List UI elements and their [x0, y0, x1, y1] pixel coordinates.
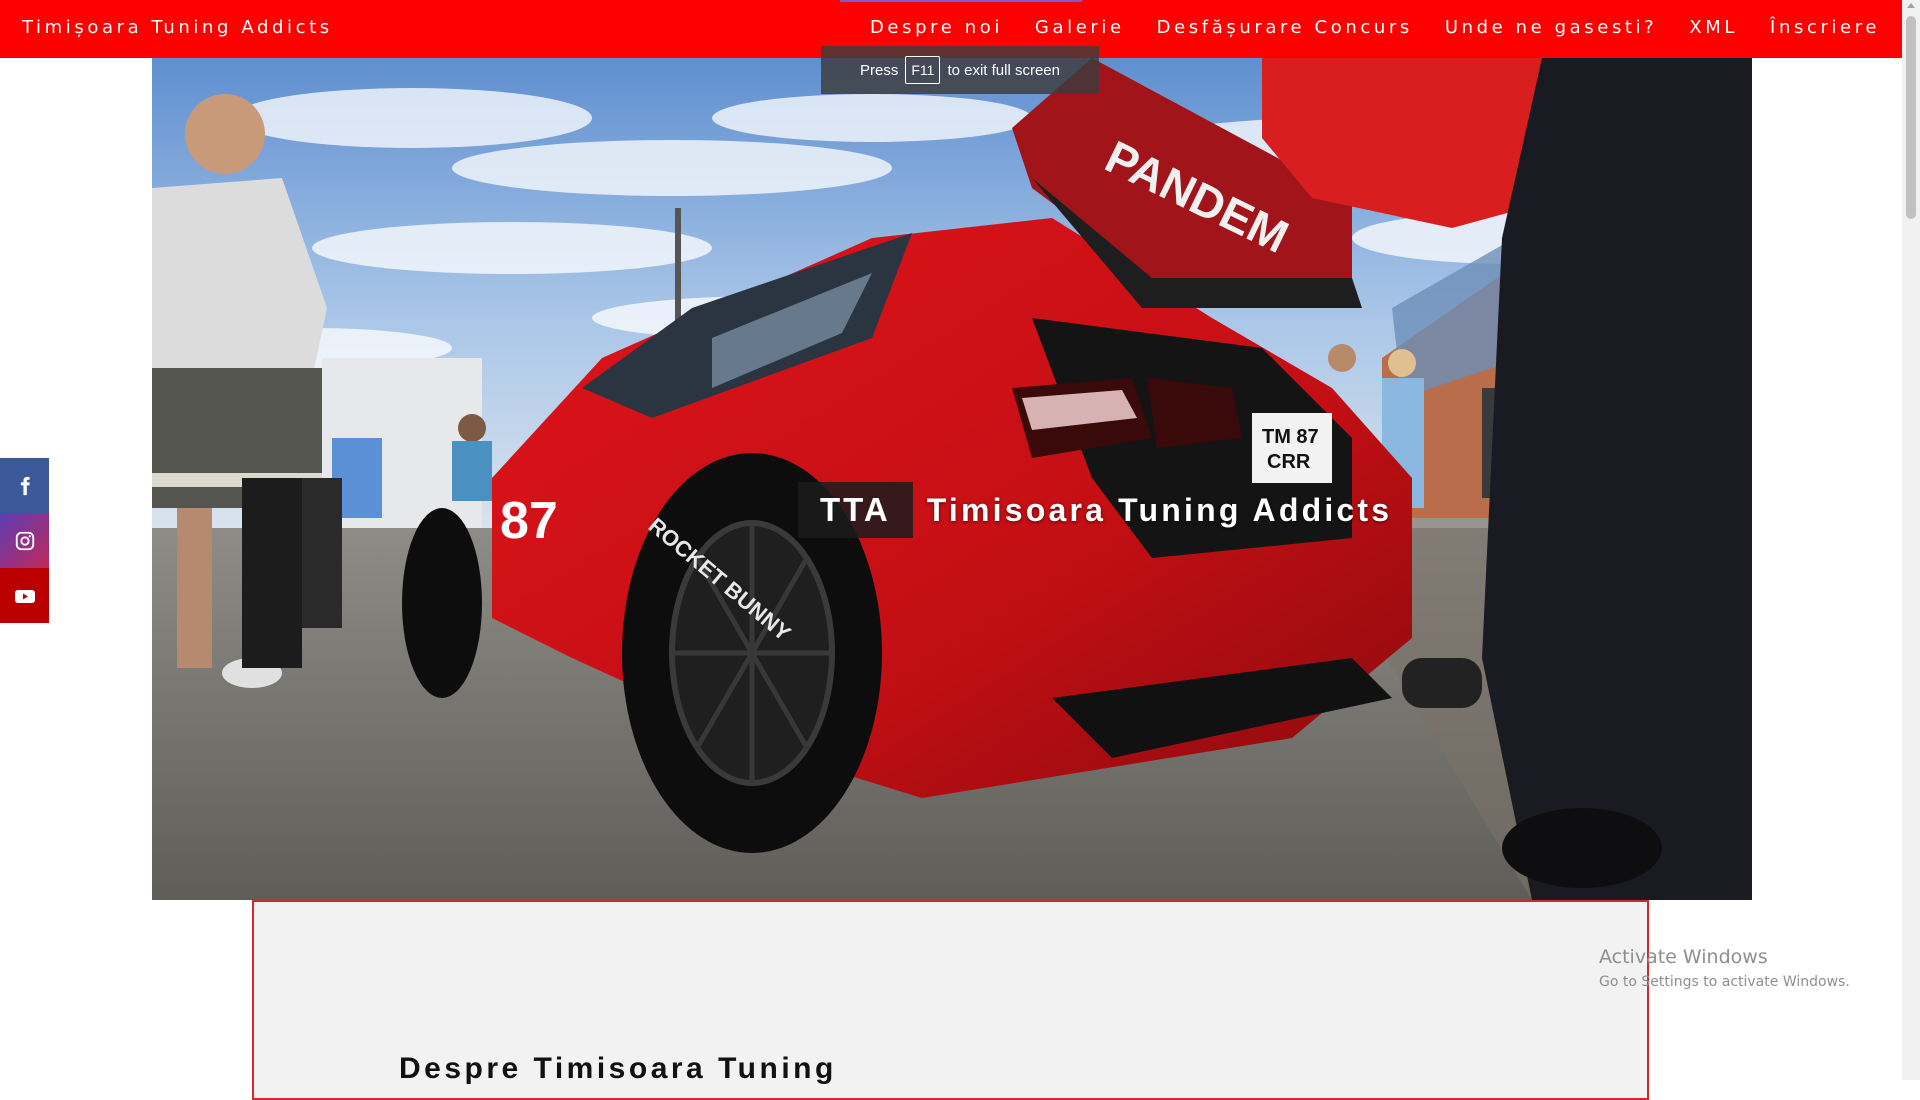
scrollbar-thumb[interactable]	[1906, 16, 1916, 219]
watermark-line1: Activate Windows	[1599, 946, 1768, 968]
toast-key: F11	[905, 56, 941, 84]
about-section: Despre Timisoara Tuning	[252, 900, 1649, 1100]
instagram-link[interactable]	[0, 513, 49, 568]
hero-car-photo: PANDEM TM 87 CRR 87 ROCKET BUNNY	[152, 58, 1752, 900]
windows-activation-watermark: Activate Windows Go to Settings to activ…	[1599, 946, 1850, 990]
hero-banner: PANDEM TM 87 CRR 87 ROCKET BUNNY TTA Tim…	[152, 58, 1752, 900]
facebook-icon	[20, 476, 30, 495]
hero-title: TTA Timisoara Tuning Addicts	[798, 482, 1392, 538]
hero-abbr: TTA	[798, 482, 913, 538]
scroll-up-arrow-icon[interactable]	[1907, 3, 1915, 8]
toast-suffix: to exit full screen	[947, 61, 1060, 79]
instagram-icon	[15, 531, 34, 550]
nav-active-indicator	[840, 0, 1082, 2]
door-number: 87	[500, 492, 558, 550]
nav-unde-ne-gasesti[interactable]: Unde ne gasesti?	[1445, 17, 1658, 38]
plate-bottom: CRR	[1267, 451, 1311, 473]
fullscreen-exit-toast: Press F11 to exit full screen	[821, 46, 1099, 94]
nav-inscriere[interactable]: Înscriere	[1770, 17, 1880, 38]
nav-despre-noi[interactable]: Despre noi	[870, 17, 1003, 38]
nav-xml[interactable]: XML	[1689, 17, 1738, 38]
social-sidebar	[0, 458, 49, 623]
brand-link[interactable]: Timișoara Tuning Addicts	[22, 17, 333, 38]
youtube-icon	[14, 589, 35, 603]
facebook-link[interactable]	[0, 458, 49, 513]
about-heading: Despre Timisoara Tuning	[399, 1052, 837, 1085]
hero-full-title: Timisoara Tuning Addicts	[926, 491, 1393, 528]
nav-galerie[interactable]: Galerie	[1035, 17, 1125, 38]
youtube-link[interactable]	[0, 568, 49, 623]
watermark-line2: Go to Settings to activate Windows.	[1599, 974, 1850, 990]
page-scrollbar[interactable]	[1902, 0, 1920, 1080]
plate-top: TM 87	[1262, 426, 1319, 448]
main-nav: Despre noi Galerie Desfășurare Concurs U…	[838, 17, 1880, 38]
nav-desfasurare-concurs[interactable]: Desfășurare Concurs	[1157, 17, 1413, 38]
toast-prefix: Press	[860, 61, 899, 79]
